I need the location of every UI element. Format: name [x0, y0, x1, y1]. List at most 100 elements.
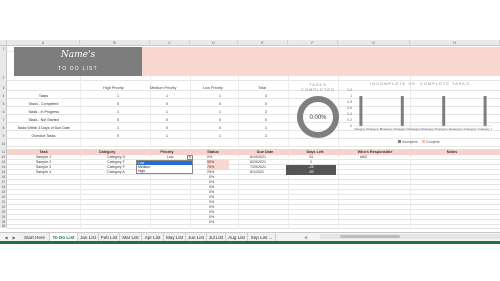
summary-value: 0	[219, 118, 221, 122]
y-tick-label: 0.2	[347, 118, 352, 122]
row-header-6[interactable]: 6	[0, 110, 7, 114]
bar-incomplete	[483, 96, 487, 126]
summary-row-label: Tasks - Completed	[28, 102, 59, 106]
row-header-22[interactable]: 22	[0, 205, 7, 209]
summary-header-total: Total	[258, 86, 267, 90]
task-cell-days[interactable]: -83	[286, 170, 336, 175]
task-cell-who[interactable]: ABC	[360, 155, 380, 160]
summary-value: 1	[166, 94, 168, 98]
summary-header-medium: Medium Priority	[150, 86, 177, 90]
summary-row-label: Overdue Tasks	[31, 134, 56, 138]
x-tick-label: Category E	[409, 127, 423, 131]
row-header-26[interactable]: 26	[0, 224, 7, 228]
summary-value: 0	[166, 102, 168, 106]
summary-value: 1	[117, 94, 119, 98]
row-header-15[interactable]: 15	[0, 170, 7, 174]
summary-value: 1	[265, 126, 267, 130]
x-tick-label: Category F	[423, 127, 437, 131]
summary-value: 0	[166, 126, 168, 130]
row-header-16[interactable]: 16	[0, 175, 7, 179]
summary-row-label: Tasks Within 3 Days of Due Date	[17, 126, 70, 130]
row-header-11[interactable]: 11	[0, 150, 7, 154]
row-header-10[interactable]: 10	[0, 142, 7, 146]
bar-incomplete	[400, 96, 404, 126]
scrollbar-thumb[interactable]	[340, 235, 400, 238]
row-header-19[interactable]: 19	[0, 190, 7, 194]
summary-value: 1	[166, 110, 168, 114]
y-tick-label: 0.6	[347, 106, 352, 110]
ribbon-area	[0, 0, 500, 36]
row-header-14[interactable]: 14	[0, 165, 7, 169]
notes-header: Notes	[446, 150, 458, 154]
summary-value: 0	[117, 118, 119, 122]
donut-value: 0.00%	[309, 115, 327, 121]
task-cell-category[interactable]: Category A	[107, 170, 137, 175]
legend-label-complete: Complete	[426, 140, 440, 144]
banner-subtitle: TO DO LIST	[58, 66, 98, 72]
summary-header-high: High Priority	[103, 86, 124, 90]
row-header-9[interactable]: 9	[0, 134, 7, 138]
summary-value: 0	[265, 102, 267, 106]
summary-header-low: Low Priority	[203, 86, 223, 90]
priority-dropdown-list[interactable]: Low Medium High	[136, 160, 193, 174]
legend-label-incomplete: Incomplete	[402, 140, 418, 144]
dropdown-option-high[interactable]: High	[137, 169, 192, 173]
summary-row-label: Tasks - Not Started	[28, 118, 59, 122]
summary-value: 1	[117, 126, 119, 130]
row-header-12[interactable]: 12	[0, 155, 7, 159]
summary-value: 0	[265, 118, 267, 122]
task-cell-status[interactable]: 0%	[209, 220, 214, 225]
title-banner: Name's TO DO LIST	[14, 47, 142, 76]
summary-value: 0	[219, 102, 221, 106]
grid-row-line	[7, 228, 500, 229]
donut-title-line2: COMPLETED	[301, 87, 335, 92]
row-header-2[interactable]: 2	[0, 76, 7, 80]
banner-name: Name's	[60, 50, 96, 60]
row-header-24[interactable]: 24	[0, 215, 7, 219]
legend-swatch-incomplete	[398, 140, 401, 143]
bar-incomplete	[359, 96, 363, 126]
y-tick-label: 1.2	[347, 88, 352, 92]
legend-swatch-complete	[422, 140, 425, 143]
row-header-bar: 1 2 3 4 5 6 7 8 9 10 11 12 13 14 15 16 17 18 19 20 21 22 23 24 2…	[0, 46, 7, 228]
y-tick-label: 1	[350, 94, 352, 98]
task-cell-task[interactable]: Sample 4	[7, 170, 80, 175]
row-header-5[interactable]: 5	[0, 102, 7, 106]
row-header-17[interactable]: 17	[0, 180, 7, 184]
x-tick-label: Category I	[465, 127, 478, 131]
summary-value: 0	[117, 102, 119, 106]
incomplete-vs-complete-chart: 00.20.40.60.811.2Category A Category B Cat…	[347, 88, 492, 144]
row-header-3[interactable]: 3	[0, 86, 7, 90]
row-header-7[interactable]: 7	[0, 118, 7, 122]
bar-incomplete	[442, 96, 446, 126]
row-header-20[interactable]: 20	[0, 195, 7, 199]
summary-value: 1	[219, 110, 221, 114]
y-tick-label: 0	[350, 124, 352, 128]
summary-value: 0	[219, 126, 221, 130]
x-tick-label: Category B	[368, 127, 382, 131]
summary-row-label: Tasks	[38, 94, 49, 98]
row-header-18[interactable]: 18	[0, 185, 7, 189]
task-cell-due[interactable]: 6/1/2021	[250, 170, 280, 175]
summary-value: 1	[166, 134, 168, 138]
row-header-23[interactable]: 23	[0, 210, 7, 214]
tasks-completed-donut: 0.00%	[297, 96, 339, 138]
summary-value: 1	[219, 134, 221, 138]
summary-value: 1	[219, 94, 221, 98]
summary-value: 2	[265, 134, 267, 138]
status-bar	[0, 241, 500, 244]
x-tick-label: Category H	[450, 127, 464, 131]
row-header-21[interactable]: 21	[0, 200, 7, 204]
summary-value: 0	[117, 134, 119, 138]
summary-value: 3	[265, 110, 267, 114]
row-header-8[interactable]: 8	[0, 126, 7, 130]
row-header-13[interactable]: 13	[0, 160, 7, 164]
summary-row-label: Tasks - In Progress	[28, 110, 59, 114]
row-header-1[interactable]: 1	[0, 47, 7, 51]
row-header-4[interactable]: 4	[0, 94, 7, 98]
x-tick-label: Category A	[354, 127, 368, 131]
y-tick-label: 0.4	[347, 112, 352, 116]
horizontal-scrollbar[interactable]	[320, 234, 500, 239]
x-tick-label: Category D	[395, 127, 409, 131]
header-pink-band	[142, 47, 500, 76]
